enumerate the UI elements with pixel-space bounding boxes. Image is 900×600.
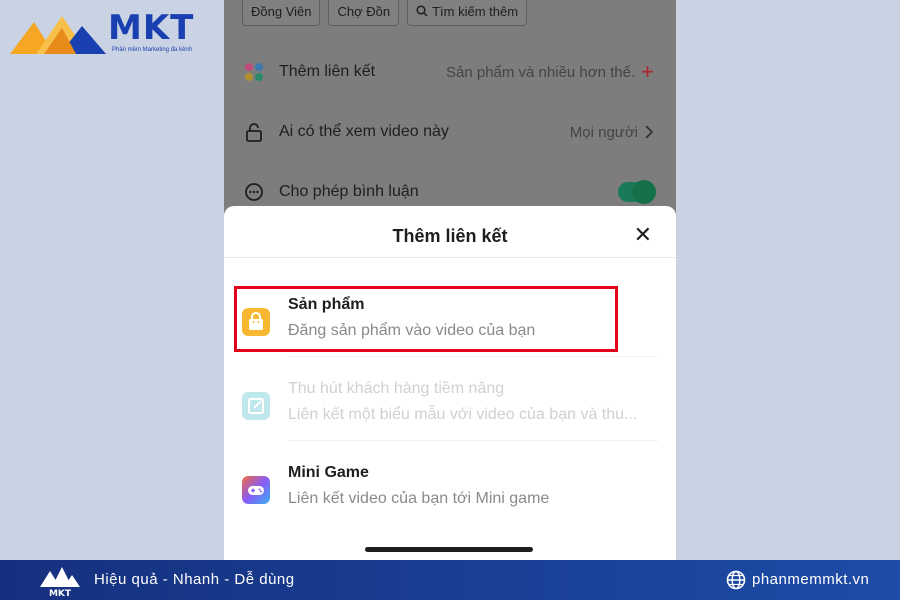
- mkt-footer-logo-icon: MKT: [40, 567, 80, 597]
- sheet-divider: [224, 257, 676, 258]
- sheet-title: Thêm liên kết: [392, 226, 508, 246]
- option-mini-game-description: Liên kết video của bạn tới Mini game: [288, 490, 550, 507]
- footer-website[interactable]: phanmemmkt.vn: [752, 571, 869, 588]
- form-edit-icon: [242, 392, 270, 420]
- comment-icon: [245, 183, 263, 201]
- game-controller-icon: [242, 476, 270, 504]
- comments-toggle[interactable]: [618, 180, 656, 204]
- option-leads: Thu hút khách hàng tiềm năng Liên kết mộ…: [224, 378, 676, 438]
- location-chips: Đồng Viên Chợ Đồn Tìm kiếm thêm: [242, 0, 528, 26]
- close-icon[interactable]: ✕: [634, 224, 652, 246]
- privacy-value: Mọi người: [569, 123, 638, 141]
- unlock-icon: [246, 123, 262, 142]
- add-link-sheet: Thêm liên kết ✕ Sản phẩm Đăng sản phẩm v…: [224, 206, 676, 560]
- option-mini-game-title: Mini Game: [288, 464, 369, 481]
- footer-slogan: Hiệu quả - Nhanh - Dễ dùng: [94, 571, 295, 588]
- mountain-logo-icon: [10, 16, 106, 54]
- highlight-box: [234, 286, 618, 352]
- add-link-value: Sản phẩm và nhiều hơn thế.: [446, 63, 636, 81]
- plus-icon: +: [641, 59, 654, 84]
- comments-row: Cho phép bình luận: [224, 180, 676, 204]
- privacy-label: Ai có thể xem video này: [279, 123, 449, 140]
- phone-screen: Đồng Viên Chợ Đồn Tìm kiếm thêm Thêm liê…: [224, 0, 676, 560]
- search-icon: [416, 5, 428, 17]
- svg-text:MKT: MKT: [49, 589, 72, 597]
- location-chip[interactable]: Đồng Viên: [242, 0, 321, 26]
- option-leads-description: Liên kết một biểu mẫu với video của bạn …: [288, 406, 638, 423]
- dots-grid-icon: [245, 63, 263, 81]
- mkt-logo: MKT Phần mềm Marketing đa kênh: [10, 8, 200, 56]
- logo-brand: MKT: [108, 8, 195, 48]
- option-leads-title: Thu hút khách hàng tiềm năng: [288, 380, 505, 397]
- chevron-right-icon: [645, 125, 654, 139]
- home-indicator: [365, 547, 533, 552]
- footer-banner: MKT Hiệu quả - Nhanh - Dễ dùng phanmemmk…: [0, 560, 900, 600]
- option-separator: [288, 356, 658, 357]
- add-link-row[interactable]: Thêm liên kết Sản phẩm và nhiều hơn thế.…: [224, 59, 676, 84]
- option-mini-game[interactable]: Mini Game Liên kết video của bạn tới Min…: [224, 462, 676, 522]
- globe-icon: [726, 570, 746, 590]
- location-chip[interactable]: Chợ Đồn: [328, 0, 400, 26]
- logo-tagline: Phần mềm Marketing đa kênh: [112, 47, 193, 53]
- privacy-row[interactable]: Ai có thể xem video này Mọi người: [224, 120, 676, 144]
- comments-label: Cho phép bình luận: [279, 183, 419, 200]
- add-link-label: Thêm liên kết: [279, 63, 376, 80]
- option-separator: [288, 440, 658, 441]
- search-more-chip[interactable]: Tìm kiếm thêm: [407, 0, 528, 26]
